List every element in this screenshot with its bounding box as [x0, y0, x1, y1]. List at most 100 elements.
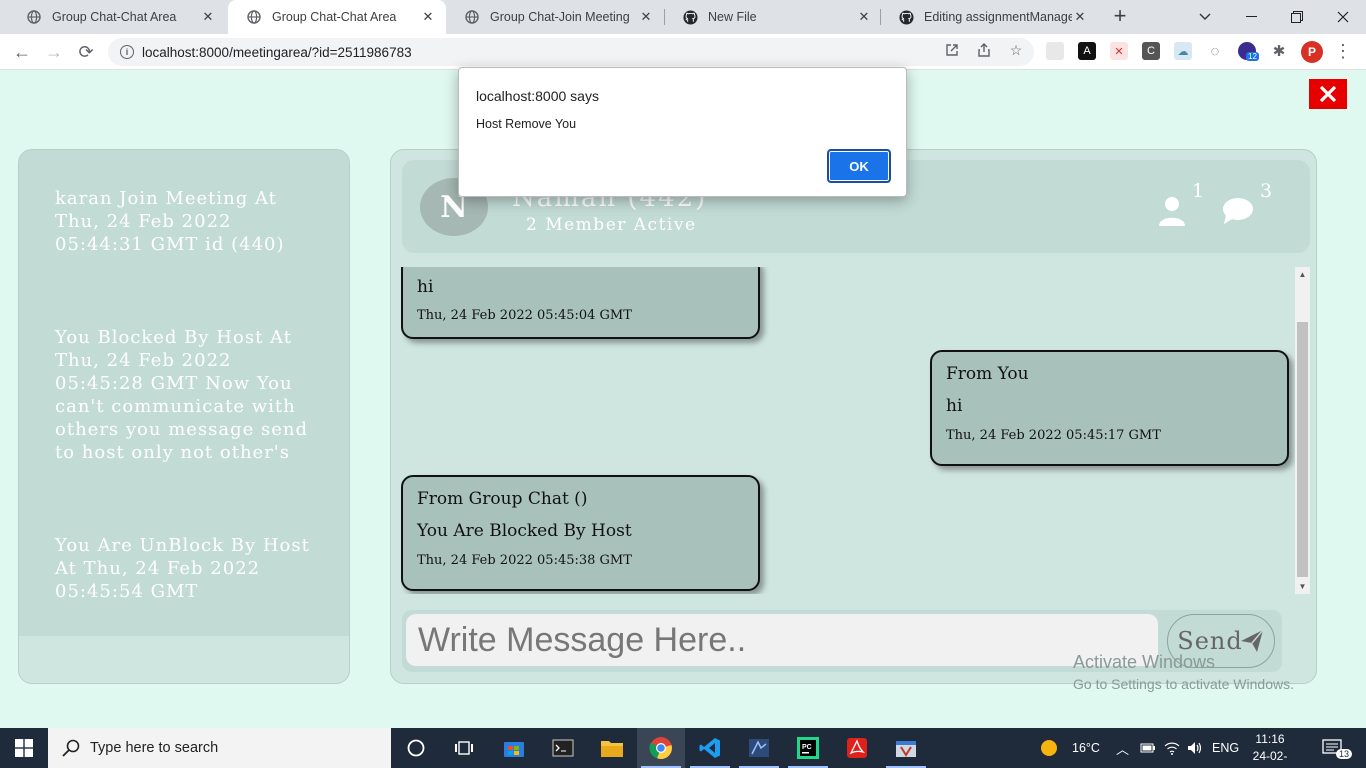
leave-meeting-button[interactable]: [1309, 79, 1347, 109]
windows-start-icon[interactable]: [0, 728, 48, 768]
info-icon[interactable]: i: [120, 45, 134, 59]
messages-scrollbar[interactable]: ▲ ▼: [1295, 267, 1310, 594]
extension-cloud-icon[interactable]: ☁: [1174, 42, 1192, 60]
message-sender: From You: [946, 364, 1029, 384]
language-indicator[interactable]: ENG: [1212, 728, 1239, 768]
github-icon: [682, 9, 698, 25]
extension-grey-icon[interactable]: [1046, 42, 1064, 60]
tray-chevron-icon[interactable]: ︿: [1116, 728, 1129, 768]
app-window-icon[interactable]: [735, 728, 783, 768]
send-label: Send: [1177, 627, 1243, 655]
notification-item: You Are UnBlock By Host At Thu, 24 Feb 2…: [55, 535, 310, 602]
tab-title: Group Chat-Chat Area: [272, 10, 397, 24]
scrollbar-thumb[interactable]: [1297, 322, 1308, 577]
github-icon: [898, 9, 914, 25]
scroll-up-icon[interactable]: ▲: [1295, 267, 1310, 282]
cortana-icon[interactable]: [392, 728, 440, 768]
wifi-icon[interactable]: [1164, 728, 1180, 768]
task-view-icon[interactable]: [440, 728, 488, 768]
chat-bubble-icon[interactable]: [1220, 193, 1256, 229]
message-bubble: From You hi Thu, 24 Feb 2022 05:45:17 GM…: [930, 350, 1289, 466]
tab-title: Group Chat-Join Meeting: [490, 10, 630, 24]
vscode-icon[interactable]: [686, 728, 734, 768]
close-icon[interactable]: ✕: [200, 9, 216, 25]
close-icon[interactable]: ✕: [420, 9, 436, 25]
tab-editing-assignment[interactable]: Editing assignmentManagem ✕: [880, 0, 1098, 34]
messages-count: 3: [1260, 180, 1273, 202]
message-time: Thu, 24 Feb 2022 05:45:04 GMT: [417, 308, 632, 323]
speaker-icon[interactable]: [1187, 728, 1203, 768]
share-icon[interactable]: [974, 40, 994, 60]
message-body: hi: [946, 396, 963, 416]
chrome-icon[interactable]: [637, 728, 685, 768]
tab-search-chevron-icon[interactable]: [1182, 0, 1228, 34]
tab-title: Editing assignmentManagem: [924, 10, 1072, 24]
globe-icon: [246, 9, 262, 25]
message-bubble: From Group Chat () You Are Blocked By Ho…: [401, 475, 760, 591]
member-active-status: 2 Member Active: [526, 215, 697, 235]
extension-graduate-icon[interactable]: 12: [1238, 42, 1259, 61]
notifications-icon[interactable]: 13: [1322, 728, 1358, 768]
alert-dialog: localhost:8000 says Host Remove You OK: [458, 67, 907, 197]
minimize-button[interactable]: [1228, 0, 1274, 34]
close-window-button[interactable]: [1320, 0, 1366, 34]
notifications-list: karan Join Meeting At Thu, 24 Feb 2022 0…: [19, 150, 349, 636]
alert-title: localhost:8000 says: [476, 88, 599, 104]
taskbar-search-box[interactable]: Type here to search: [48, 728, 391, 768]
message-sender: From Group Chat (): [417, 489, 588, 509]
bookmark-star-icon[interactable]: ☆: [1006, 40, 1026, 60]
chat-panel: N Naman (442) 2 Member Active 1 3 hi Thu…: [390, 149, 1317, 684]
menu-kebab-icon[interactable]: ⋮: [1334, 40, 1352, 64]
puzzle-icon[interactable]: ✱: [1270, 42, 1288, 60]
activate-windows-hint: Go to Settings to activate Windows.: [1073, 676, 1294, 692]
restore-button[interactable]: [1274, 0, 1320, 34]
close-icon[interactable]: ✕: [856, 9, 872, 25]
reload-icon[interactable]: ⟳: [72, 38, 100, 66]
close-icon[interactable]: ✕: [1072, 9, 1088, 25]
tab-chat-area-2[interactable]: Group Chat-Chat Area ✕: [228, 0, 446, 34]
url-text: localhost:8000/meetingarea/?id=251198678…: [142, 44, 412, 60]
battery-icon[interactable]: [1140, 728, 1156, 768]
address-bar[interactable]: i localhost:8000/meetingarea/?id=2511986…: [108, 38, 1034, 66]
acrobat-icon[interactable]: [833, 728, 881, 768]
alert-message: Host Remove You: [476, 117, 577, 131]
microsoft-store-icon[interactable]: [490, 728, 538, 768]
members-count: 1: [1192, 180, 1205, 202]
extension-badge: 12: [1246, 52, 1259, 61]
tool-app-icon[interactable]: [882, 728, 930, 768]
message-body: hi: [417, 277, 434, 297]
open-in-new-icon[interactable]: [942, 40, 962, 60]
weather-temp: 16°C: [1072, 741, 1100, 755]
extension-angular-icon[interactable]: A: [1078, 42, 1096, 60]
extension-c-icon[interactable]: C: [1142, 42, 1160, 60]
send-plane-icon: [1240, 629, 1264, 652]
terminal-icon[interactable]: [539, 728, 587, 768]
scroll-down-icon[interactable]: ▼: [1295, 579, 1310, 594]
globe-icon: [464, 9, 480, 25]
file-explorer-icon[interactable]: [588, 728, 636, 768]
globe-icon: [26, 9, 42, 25]
tab-new-file[interactable]: New File ✕: [664, 0, 882, 34]
members-icon[interactable]: [1154, 193, 1190, 229]
avatar[interactable]: P: [1301, 41, 1323, 63]
alert-ok-button[interactable]: OK: [827, 149, 891, 183]
extension-circle-icon[interactable]: ◌: [1206, 42, 1224, 60]
back-arrow-icon[interactable]: ←: [8, 38, 36, 66]
message-input[interactable]: [406, 614, 1158, 666]
notification-item: karan Join Meeting At Thu, 24 Feb 2022 0…: [55, 188, 285, 255]
tab-join-meeting[interactable]: Group Chat-Join Meeting ✕: [446, 0, 664, 34]
extension-red-icon[interactable]: ✕: [1110, 42, 1128, 60]
message-time: Thu, 24 Feb 2022 05:45:38 GMT: [417, 553, 632, 568]
weather-widget[interactable]: 16°C: [1040, 728, 1100, 768]
pycharm-icon[interactable]: PC: [784, 728, 832, 768]
message-body: You Are Blocked By Host: [417, 521, 632, 541]
clock-date: 24-02-2022: [1252, 749, 1288, 768]
forward-arrow-icon[interactable]: →: [40, 38, 68, 66]
tab-chat-area-1[interactable]: Group Chat-Chat Area ✕: [8, 0, 226, 34]
clock-time: 11:16: [1255, 732, 1285, 746]
browser-toolbar: ← → ⟳ i localhost:8000/meetingarea/?id=2…: [0, 34, 1366, 70]
new-tab-button[interactable]: +: [1108, 5, 1132, 29]
close-icon[interactable]: ✕: [638, 9, 654, 25]
message-time: Thu, 24 Feb 2022 05:45:17 GMT: [946, 428, 1161, 443]
system-clock[interactable]: 11:16 24-02-2022: [1240, 731, 1300, 768]
